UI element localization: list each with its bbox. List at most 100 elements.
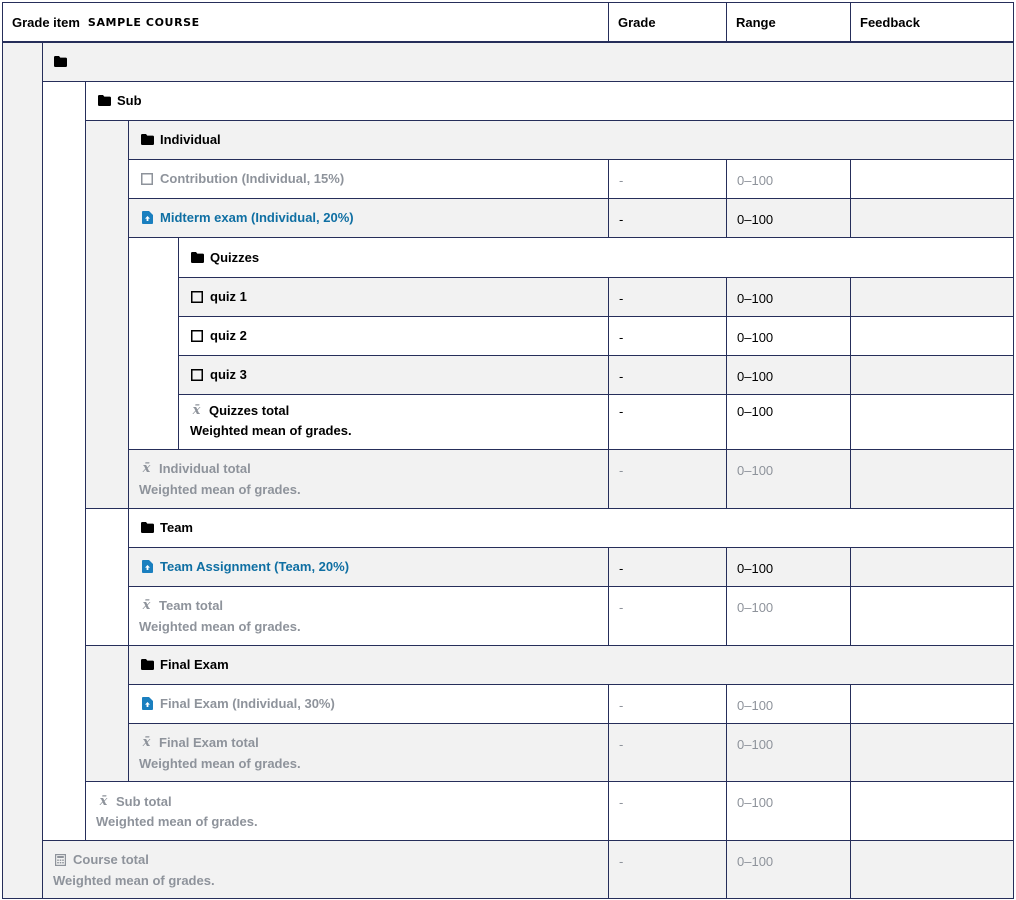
folder-icon [140, 658, 154, 672]
item-sub-total[interactable]: x̄ Sub total [97, 794, 172, 809]
item-quizzes-total[interactable]: x̄ Quizzes total [190, 403, 290, 418]
item-quiz2[interactable]: quiz 2 [190, 328, 247, 343]
header-range[interactable]: Range [726, 2, 850, 42]
item-team-assignment-label: Team Assignment (Team, 20%) [160, 559, 350, 574]
col-range-line-d [726, 684, 727, 899]
indent-line-2 [85, 81, 86, 840]
row-line-394 [178, 394, 1014, 395]
category-final-exam[interactable]: Final Exam [140, 657, 229, 672]
indent-column-3-final [85, 645, 128, 781]
contribution-range: 0–100 [737, 173, 774, 188]
assignment-icon [140, 211, 154, 225]
col-feedback-line-b [850, 277, 851, 508]
indent-column-1 [2, 42, 42, 899]
row-bg-root-category [42, 42, 1014, 81]
mean-icon: x̄ [99, 794, 108, 809]
sub-total-grade[interactable]: - [619, 795, 623, 810]
individual-total-grade[interactable]: - [619, 463, 623, 478]
item-quizzes-total-label: Quizzes total [209, 403, 290, 418]
header-feedback[interactable]: Feedback [850, 2, 1014, 42]
category-individual-label: Individual [160, 132, 221, 147]
course-total-range: 0–100 [737, 854, 774, 869]
col-grade-line-a [608, 159, 609, 238]
row-line-355 [178, 355, 1014, 356]
quizzes-total-grade[interactable]: - [619, 404, 623, 419]
quiz2-grade[interactable]: - [619, 330, 623, 345]
item-sub-total-label: Sub total [116, 794, 172, 809]
row-bg-individual-total [128, 449, 1014, 508]
final-exam-grade[interactable]: - [619, 698, 623, 713]
item-team-assignment[interactable]: Team Assignment (Team, 20%) [140, 559, 349, 574]
final-exam-total-grade[interactable]: - [619, 737, 623, 752]
category-final-exam-label: Final Exam [160, 657, 229, 672]
indent-line-4 [178, 238, 179, 449]
grader-report: Grade item SAMPLE COURSE Grade Range Fee… [0, 0, 1016, 900]
item-course-total[interactable]: Course total [53, 852, 149, 867]
row-bg-final-category [128, 645, 1014, 684]
row-line-508 [85, 508, 1014, 509]
row-bg-course-total [42, 840, 1014, 899]
row-bg-individual-category [128, 120, 1014, 159]
course-total-desc: Weighted mean of grades. [53, 873, 215, 888]
row-line-449 [128, 449, 1014, 450]
assignment-icon [140, 697, 154, 711]
col-grade-line-b [608, 277, 609, 508]
item-quiz3[interactable]: quiz 3 [190, 367, 247, 382]
row-line-781 [85, 781, 1014, 782]
midterm-grade[interactable]: - [619, 212, 623, 227]
col-feedback-line-d [850, 684, 851, 899]
category-root[interactable] [53, 54, 73, 68]
category-quizzes[interactable]: Quizzes [190, 250, 259, 265]
mean-icon: x̄ [142, 735, 151, 750]
manual-item-icon [190, 368, 204, 382]
quiz3-grade[interactable]: - [619, 369, 623, 384]
team-total-desc: Weighted mean of grades. [139, 619, 301, 634]
sub-total-desc: Weighted mean of grades. [96, 814, 258, 829]
category-individual[interactable]: Individual [140, 132, 221, 147]
course-name: SAMPLE COURSE [87, 15, 200, 29]
row-line-81 [42, 81, 1014, 82]
folder-icon [53, 54, 67, 68]
row-line-120 [85, 120, 1014, 121]
individual-total-desc: Weighted mean of grades. [139, 482, 301, 497]
midterm-range: 0–100 [737, 212, 774, 227]
manual-item-icon [190, 290, 204, 304]
item-team-total[interactable]: x̄ Team total [140, 598, 223, 613]
item-quiz1[interactable]: quiz 1 [190, 289, 247, 304]
header-range-label: Range [736, 14, 776, 30]
row-line-645 [85, 645, 1014, 646]
final-exam-total-desc: Weighted mean of grades. [139, 756, 301, 771]
contribution-grade[interactable]: - [619, 173, 623, 188]
header-grade-item: Grade item SAMPLE COURSE [2, 2, 608, 42]
header-grade[interactable]: Grade [608, 2, 726, 42]
item-contribution[interactable]: Contribution (Individual, 15%) [140, 171, 344, 186]
col-grade-line-c [608, 547, 609, 645]
item-individual-total-label: Individual total [159, 461, 251, 476]
team-assignment-grade[interactable]: - [619, 561, 623, 576]
item-final-exam-total[interactable]: x̄ Final Exam total [140, 735, 259, 750]
item-individual-total[interactable]: x̄ Individual total [140, 461, 251, 476]
quiz1-grade[interactable]: - [619, 291, 623, 306]
quizzes-total-range: 0–100 [737, 404, 774, 419]
item-final-exam[interactable]: Final Exam (Individual, 30%) [140, 696, 335, 711]
row-line-586 [128, 586, 1014, 587]
category-team[interactable]: Team [140, 520, 193, 535]
category-team-label: Team [160, 520, 193, 535]
team-total-grade[interactable]: - [619, 600, 623, 615]
row-line-840 [42, 840, 1014, 841]
final-exam-total-range: 0–100 [737, 737, 774, 752]
row-line-316 [178, 316, 1014, 317]
final-exam-range: 0–100 [737, 698, 774, 713]
item-midterm[interactable]: Midterm exam (Individual, 20%) [140, 210, 354, 225]
category-sub[interactable]: Sub [97, 93, 142, 108]
manual-item-icon [140, 172, 154, 186]
item-final-exam-label: Final Exam (Individual, 30%) [160, 696, 335, 711]
item-midterm-label: Midterm exam (Individual, 20%) [160, 210, 354, 225]
item-quiz1-label: quiz 1 [210, 289, 247, 304]
col-feedback-line-a [850, 159, 851, 238]
calculator-icon [53, 853, 67, 867]
item-quiz2-label: quiz 2 [210, 328, 247, 343]
course-total-grade[interactable]: - [619, 854, 623, 869]
team-assignment-range: 0–100 [737, 561, 774, 576]
border-left [2, 2, 3, 899]
